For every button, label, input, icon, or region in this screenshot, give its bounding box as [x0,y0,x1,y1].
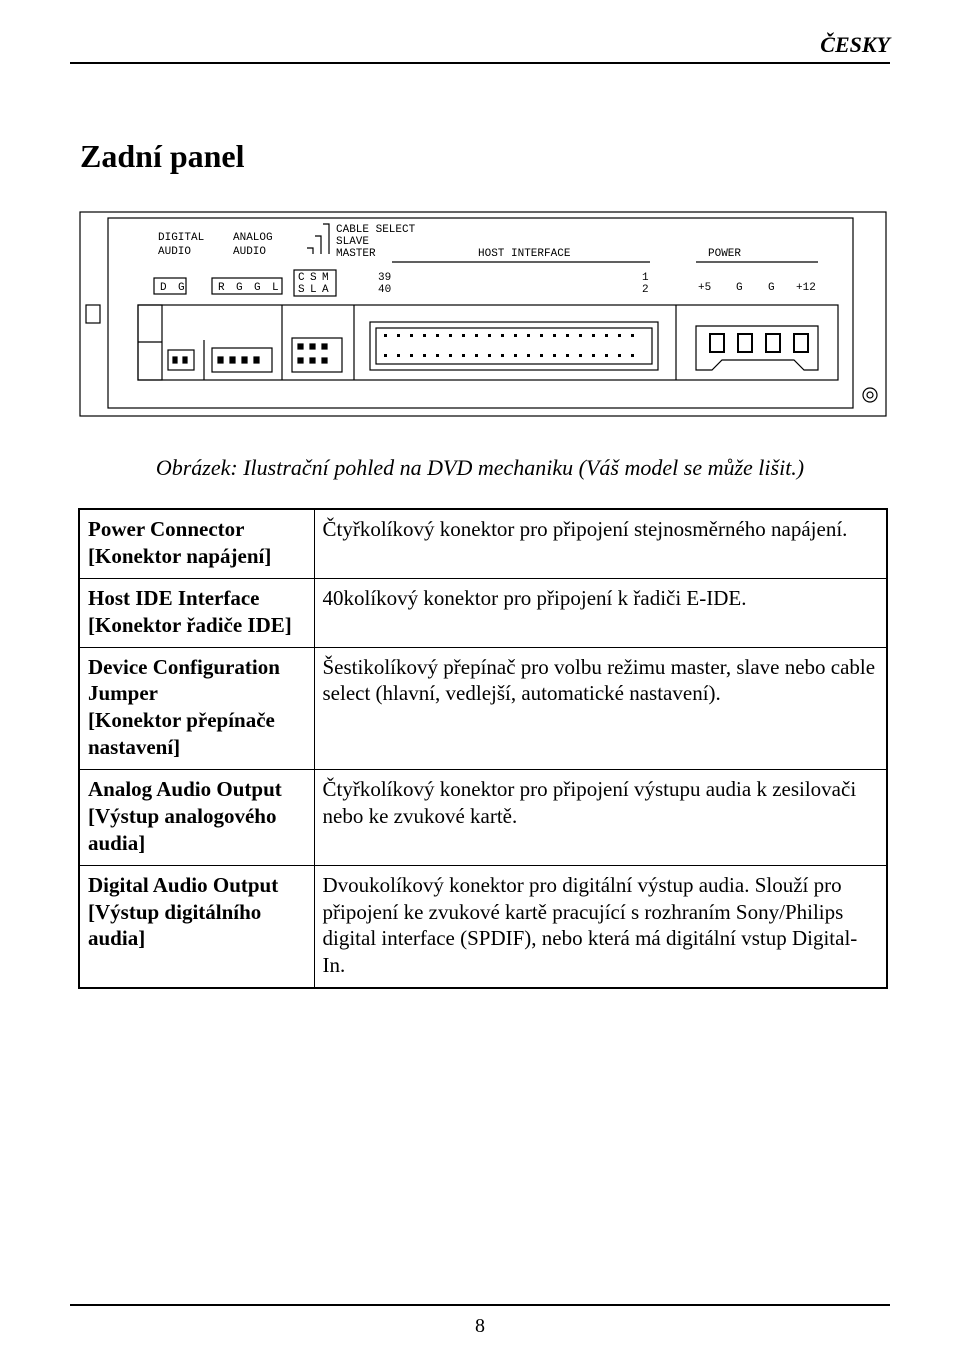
label-slave: SLAVE [336,236,369,248]
row-desc: Šestikolíkový přepínač pro volbu režimu … [314,647,887,770]
row-term: Power Connector [88,516,306,543]
label-power: POWER [708,248,741,260]
svg-text:C: C [298,272,305,284]
header-rule [70,62,890,64]
svg-text:G: G [178,282,185,294]
table-row: Analog Audio Output [Výstup analogového … [79,770,887,866]
rear-panel-diagram: DIGITAL ANALOG AUDIO AUDIO CABLE SELECT … [78,210,888,420]
page-number: 8 [0,1315,960,1338]
label-analog: ANALOG [233,232,273,244]
row-subterm: [Konektor napájení] [88,543,306,570]
connector-table: Power Connector [Konektor napájení] Čtyř… [78,508,888,989]
table-row: Host IDE Interface [Konektor řadiče IDE]… [79,578,887,647]
label-audio2: AUDIO [233,246,266,258]
label-cableselect: CABLE SELECT [336,224,416,236]
svg-text:G: G [254,282,261,294]
svg-text:G: G [236,282,243,294]
row-desc: 40kolíkový konektor pro připojení k řadi… [314,578,887,647]
row-term: Device Configuration Jumper [88,654,306,708]
row-subterm: [Konektor přepínače nastavení] [88,707,306,761]
row-subterm: [Výstup analogového audia] [88,803,306,857]
svg-text:G: G [768,282,775,294]
row-desc: Čtyřkolíkový konektor pro připojení výst… [314,770,887,866]
svg-text:G: G [736,282,743,294]
row-term: Analog Audio Output [88,776,306,803]
svg-text:L: L [310,284,317,296]
diagram-caption: Obrázek: Ilustrační pohled na DVD mechan… [0,455,960,481]
label-digital: DIGITAL [158,232,204,244]
svg-text:+5: +5 [698,282,711,294]
label-master: MASTER [336,248,376,260]
page-title: Zadní panel [80,138,245,175]
svg-text:L: L [272,282,279,294]
table-row: Digital Audio Output [Výstup digitálního… [79,865,887,988]
svg-text:+12: +12 [796,282,816,294]
row-term: Digital Audio Output [88,872,306,899]
label-audio1: AUDIO [158,246,191,258]
language-tag: ČESKY [820,32,890,58]
svg-text:R: R [218,282,225,294]
svg-text:M: M [322,272,329,284]
row-subterm: [Výstup digitálního audia] [88,899,306,953]
table-row: Device Configuration Jumper [Konektor př… [79,647,887,770]
footer-rule [70,1304,890,1306]
svg-text:39: 39 [378,272,391,284]
svg-text:2: 2 [642,284,649,296]
svg-text:1: 1 [642,272,649,284]
table-row: Power Connector [Konektor napájení] Čtyř… [79,509,887,578]
svg-text:40: 40 [378,284,391,296]
row-subterm: [Konektor řadiče IDE] [88,612,306,639]
row-term: Host IDE Interface [88,585,306,612]
svg-text:S: S [298,284,305,296]
svg-text:A: A [322,284,329,296]
row-desc: Čtyřkolíkový konektor pro připojení stej… [314,509,887,578]
row-desc: Dvoukolíkový konektor pro digitální výst… [314,865,887,988]
svg-text:S: S [310,272,317,284]
svg-text:D: D [160,282,167,294]
label-host-interface: HOST INTERFACE [478,248,571,260]
